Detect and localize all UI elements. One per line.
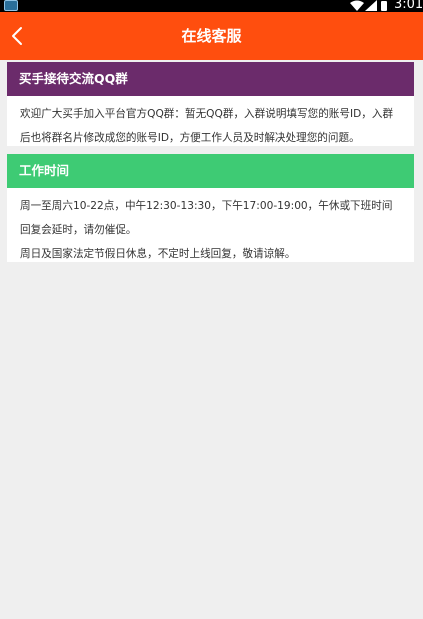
app-notification-icon [4,0,18,11]
title-bar: 在线客服 [0,12,423,60]
qq-group-card: 买手接待交流QQ群 欢迎广大买手加入平台官方QQ群：暂无QQ群，入群说明填写您的… [7,62,414,146]
work-hours-holiday: 周日及国家法定节假日休息，不定时上线回复，敬请谅解。 [20,248,296,260]
qq-group-description: 欢迎广大买手加入平台官方QQ群：暂无QQ群，入群说明填写您的账号ID，入群后也将… [20,108,394,144]
clock: 3:01 [394,0,423,12]
work-hours-card-title: 工作时间 [7,154,414,188]
work-hours-card-body: 周一至周六10-22点，中午12:30-13:30，下午17:00-19:00，… [7,188,414,272]
qq-group-card-title: 买手接待交流QQ群 [7,62,414,96]
work-hours-weekday: 周一至周六10-22点，中午12:30-13:30，下午17:00-19:00，… [20,200,393,236]
status-bar: 3:01 [0,0,423,12]
signal-icon [365,0,377,11]
wifi-icon [350,0,364,11]
page-title: 在线客服 [181,27,242,45]
qq-group-card-body: 欢迎广大买手加入平台官方QQ群：暂无QQ群，入群说明填写您的账号ID，入群后也将… [7,96,414,156]
battery-icon [381,1,387,11]
work-hours-card: 工作时间 周一至周六10-22点，中午12:30-13:30，下午17:00-1… [7,154,414,262]
